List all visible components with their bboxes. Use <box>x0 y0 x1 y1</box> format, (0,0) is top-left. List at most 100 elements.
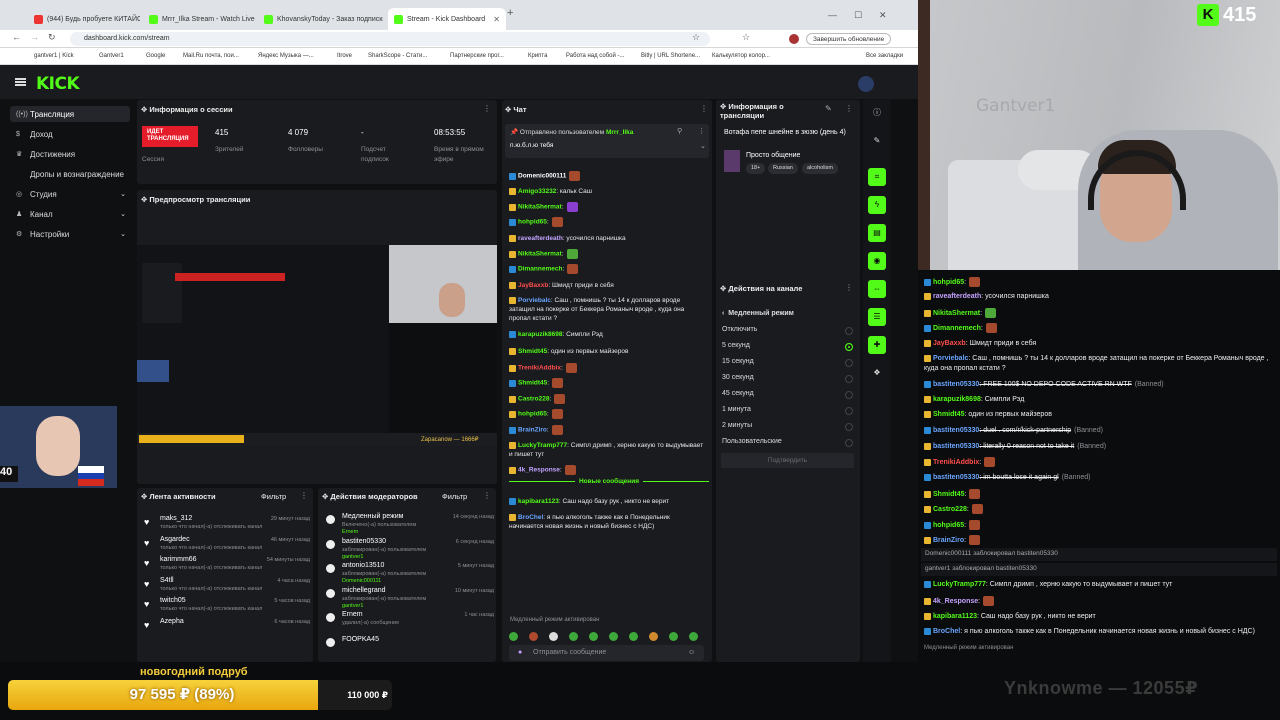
chat-username[interactable]: 4k_Response <box>933 598 978 605</box>
chat-username[interactable]: bastiten05330 <box>933 381 979 388</box>
chat-message[interactable]: NikitaShermat: <box>924 308 1274 319</box>
chat-message[interactable]: JayBaxxb: Шмидт приди в себя <box>924 339 1274 349</box>
tab-close-icon[interactable]: ✕ <box>493 15 500 24</box>
chat-message[interactable]: karapuzik8698: Симпли Рэд <box>509 330 705 339</box>
chat-message[interactable]: Porviebalc: Саш , помнишь ? ты 14 к долл… <box>509 296 705 323</box>
chat-username[interactable]: BrainZiro <box>933 537 964 544</box>
slow-mode-option[interactable]: 1 минута <box>722 406 857 413</box>
pinned-message[interactable]: 📌 Отправлено пользователем Mrrr_Ilka п.ю… <box>505 124 709 158</box>
chat-username[interactable]: TrenikiAddbix <box>518 365 561 372</box>
chat-input[interactable]: Отправить сообщение <box>509 645 704 661</box>
info-icon[interactable]: ⓘ <box>868 104 886 122</box>
chat-message[interactable]: karapuzik8698: Симпли Рэд <box>924 395 1274 405</box>
lightning-icon[interactable]: ϟ <box>868 196 886 214</box>
radio-button[interactable] <box>845 374 853 383</box>
chat-message[interactable]: Domenic000111 <box>509 171 705 181</box>
chat-message[interactable]: 4k_Response: <box>509 465 705 475</box>
sidebar-item[interactable]: ((•)) Трансляция <box>10 106 130 122</box>
chat-message[interactable]: BroChel: я пью алкоголь также как в Поне… <box>509 513 705 531</box>
chat-message[interactable]: bastiten05330: FREE 100$ NO DEPO CODE AC… <box>924 380 1274 390</box>
mod-action-row[interactable]: bastiten05330 заблокирован(-а) пользовате… <box>324 537 494 563</box>
browser-tab[interactable]: KhovanskyToday - Заказ подписки✕ <box>258 8 383 30</box>
bookmark-item[interactable]: Bitly | URL Shortene... <box>641 53 700 59</box>
radio-button[interactable] <box>845 390 853 399</box>
chat-message[interactable]: Castro228: <box>924 504 1274 515</box>
chat-username[interactable]: LuckyTramp777 <box>518 442 567 449</box>
radio-button[interactable] <box>845 358 853 367</box>
slow-mode-option[interactable]: 30 секунд <box>722 374 857 381</box>
microphone-icon[interactable]: ● <box>518 649 522 656</box>
sidebar-item[interactable]: ◎ Студия ⌄ <box>10 186 130 202</box>
chat-username[interactable]: JayBaxxb <box>518 282 548 289</box>
edit-icon[interactable]: ✎ <box>825 104 832 113</box>
browser-tab[interactable]: Mrrr_Ilka Stream - Watch Live on Kick✕ <box>143 8 255 30</box>
pinned-more-icon[interactable]: ⋮ <box>698 127 705 135</box>
stream-preview-video[interactable]: Zapacanow — 1666₽ <box>137 245 497 446</box>
chat-message[interactable]: Dimannemech: <box>924 323 1274 334</box>
update-button[interactable]: Завершить обновление <box>806 33 892 45</box>
chat-username[interactable]: raveafterdeath <box>518 235 563 242</box>
note-icon[interactable]: ▤ <box>868 224 886 242</box>
bookmark-item[interactable]: SharkScope - Стати... <box>368 53 427 59</box>
chat-message[interactable]: hohpid65: <box>924 520 1274 531</box>
activity-row[interactable]: ♥ Asgardec только что начал(-а) отслеживат… <box>140 534 310 556</box>
chat-bubble-icon[interactable]: ◉ <box>868 252 886 270</box>
chat-message[interactable]: kapibara1123: Саш надо базу рук , никто … <box>924 612 1274 622</box>
chat-username[interactable]: Dimannemech <box>518 266 562 273</box>
browser-tab[interactable]: Stream - Kick Dashboard ✕ <box>388 8 506 30</box>
mod-filter-button[interactable]: Фильтр <box>442 492 467 501</box>
chat-username[interactable]: Shmidt45 <box>518 348 547 355</box>
chat-username[interactable]: kapibara1123 <box>518 498 559 505</box>
chat-username[interactable]: Shmidt45 <box>933 491 965 498</box>
chat-more-icon[interactable]: ⋮ <box>700 104 708 113</box>
chat-username[interactable]: Amigo33232 <box>518 188 556 195</box>
minimize-icon[interactable]: — <box>828 10 837 20</box>
unpin-icon[interactable]: ⚲ <box>677 127 682 135</box>
chat-message[interactable]: raveafterdeath: усочился парнишка <box>509 234 705 243</box>
activity-row[interactable]: ♥ S4tll только что начал(-а) отслеживать к… <box>140 575 310 597</box>
bookmark-item[interactable]: Партнерские прог... <box>450 53 504 59</box>
emoji-icon[interactable]: ☺ <box>688 649 695 656</box>
chat-message[interactable]: 4k_Response: <box>924 596 1274 607</box>
chat-message[interactable]: Amigo33232: кальк Саш <box>509 187 705 196</box>
chat-username[interactable]: NikitaShermat <box>518 251 562 258</box>
chat-username[interactable]: Castro228 <box>933 506 967 513</box>
bookmark-item[interactable]: Работа над собой -... <box>566 53 624 59</box>
stream-info-more-icon[interactable]: ⋮ <box>845 104 853 113</box>
chat-username[interactable]: Shmidt45 <box>933 411 965 418</box>
radio-button[interactable] <box>845 438 853 447</box>
chat-message[interactable]: Castro228: <box>509 394 705 404</box>
chat-username[interactable]: LuckyTramp777 <box>933 581 986 588</box>
chat-username[interactable]: kapibara1123 <box>933 613 977 620</box>
bookmark-item[interactable]: Google <box>146 53 165 59</box>
bookmark-item[interactable]: Mail.Ru почта, пои... <box>183 53 239 59</box>
chat-message[interactable]: Porviebalc: Саш , помнишь ? ты 14 к долл… <box>924 354 1274 374</box>
chat-message[interactable]: Shmidt45: <box>509 378 705 388</box>
mod-action-row[interactable]: antonio13510 заблокирован(-а) пользовател… <box>324 561 494 587</box>
clip-icon[interactable]: ⌗ <box>868 168 886 186</box>
chat-username[interactable]: Dimannemech <box>933 325 981 332</box>
chat-username[interactable]: BroChel <box>518 514 543 521</box>
chat-username[interactable]: hohpid65 <box>518 411 547 418</box>
sidebar-item[interactable]: $ Доход <box>10 126 130 142</box>
chat-message[interactable]: Shmidt45: один из первых майзеров <box>509 347 705 356</box>
chat-message[interactable]: Shmidt45: <box>924 489 1274 500</box>
chat-username[interactable]: bastiten05330 <box>933 427 979 434</box>
chat-username[interactable]: NikitaShermat <box>933 310 980 317</box>
chat-username[interactable]: Porviebalc <box>933 355 968 362</box>
mod-more-icon[interactable]: ⋮ <box>483 491 491 500</box>
mod-action-row[interactable]: Медленный режим Включено(-а) пользователе… <box>324 512 494 538</box>
slow-mode-option[interactable]: 5 секунд <box>722 342 857 349</box>
slow-mode-option[interactable]: 2 минуты <box>722 422 857 429</box>
chat-username[interactable]: Porviebalc <box>518 297 551 304</box>
slow-mode-option[interactable]: Пользовательские <box>722 438 857 445</box>
mod-action-row[interactable]: Ernem удалил(-а) сообщение 1 час назад <box>324 610 494 636</box>
star-icon[interactable]: ☆ <box>692 32 700 43</box>
forward-icon[interactable]: → <box>30 32 39 42</box>
slow-mode-back[interactable]: ‹ Медленный режим <box>722 310 857 317</box>
chat-username[interactable]: TrenikiAddbix <box>933 459 979 466</box>
chat-username[interactable]: 4k_Response <box>518 467 560 474</box>
chat-message[interactable]: bastiten05330: im boutta lose it again g… <box>924 473 1274 483</box>
chat-message[interactable]: bastiten05330: literally 0 reason not to… <box>924 442 1274 452</box>
category-thumbnail[interactable] <box>724 150 740 172</box>
